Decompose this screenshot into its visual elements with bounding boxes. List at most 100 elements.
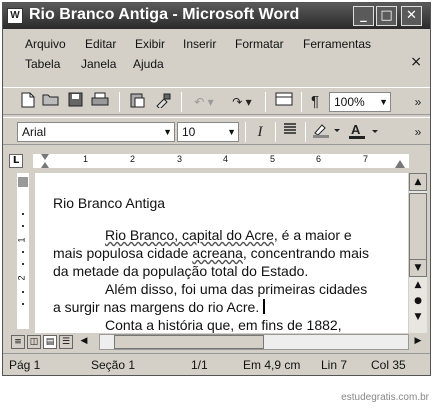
document-line[interactable]: Rio Branco, capital do Acre, é a maior e: [105, 227, 352, 243]
chevron-down-icon: ▼: [227, 127, 236, 137]
next-page-icon[interactable]: ▼: [409, 309, 427, 327]
text-cursor: [263, 299, 266, 314]
ruler-number: 2: [16, 275, 27, 281]
normal-view-icon[interactable]: ≡: [11, 335, 25, 349]
word-app-icon[interactable]: W: [7, 8, 23, 24]
document-heading[interactable]: Rio Branco Antiga: [53, 195, 165, 211]
menu-inserir[interactable]: Inserir: [183, 37, 216, 51]
ruler-tick: [22, 225, 24, 227]
menu-janela[interactable]: Janela: [81, 57, 116, 71]
right-indent-marker[interactable]: [395, 160, 405, 168]
font-size-select[interactable]: 10 ▼: [177, 122, 239, 142]
print-layout-view-icon[interactable]: ▤: [43, 335, 57, 349]
ruler-number: 4: [223, 154, 229, 164]
horizontal-scroll-thumb[interactable]: [114, 335, 264, 349]
menu-editar[interactable]: Editar: [85, 37, 116, 51]
toolbar-separator: [305, 122, 306, 142]
document-close-icon[interactable]: ×: [410, 54, 422, 70]
ruler-tick: [22, 263, 24, 265]
spellcheck-text: acreana: [192, 245, 243, 261]
font-value: Arial: [22, 125, 47, 139]
vertical-scroll-thumb[interactable]: [409, 193, 427, 263]
toolbar-separator: [301, 92, 302, 112]
close-button[interactable]: ✕: [401, 6, 422, 26]
hanging-indent-marker[interactable]: [41, 162, 49, 168]
toolbar-more-icon[interactable]: »: [411, 122, 425, 142]
menu-bar: Arquivo Editar Exibir Inserir Formatar F…: [3, 30, 430, 72]
ruler-number: 5: [270, 154, 276, 164]
scroll-right-icon[interactable]: ▶: [411, 335, 425, 349]
status-section: Seção 1: [91, 358, 136, 372]
redo-icon[interactable]: ↷ ▾: [225, 92, 259, 112]
font-select[interactable]: Arial ▼: [17, 122, 175, 142]
watermark: estudegratis.com.br: [341, 392, 429, 403]
menu-tabela[interactable]: Tabela: [25, 57, 60, 71]
scroll-down-icon[interactable]: ▼: [409, 259, 427, 277]
print-icon[interactable]: [89, 92, 111, 112]
ruler-tick: [22, 303, 24, 305]
zoom-select[interactable]: 100% ▼: [329, 92, 391, 112]
toolbar-more-icon[interactable]: »: [411, 92, 425, 112]
scroll-left-icon[interactable]: ◀: [77, 335, 91, 349]
vertical-scrollbar[interactable]: ▲ ▼ ▲ ● ▼: [409, 173, 427, 333]
document-line[interactable]: Conta a história que, em fins de 1882,: [105, 317, 342, 333]
document-line[interactable]: a surgir nas margens do rio Acre.: [53, 299, 266, 315]
font-size-value: 10: [182, 125, 196, 139]
format-painter-icon[interactable]: [153, 92, 173, 112]
document-page[interactable]: Rio Branco Antiga Rio Branco, capital do…: [35, 173, 408, 333]
italic-button[interactable]: I: [251, 122, 269, 142]
horizontal-scrollbar[interactable]: [99, 334, 409, 350]
status-position: Em 4,9 cm: [243, 358, 301, 372]
line-text: a surgir nas margens do rio Acre.: [53, 299, 260, 315]
spellcheck-text: Rio Branco, capital do Acre: [105, 227, 274, 243]
minimize-button[interactable]: _: [353, 6, 374, 26]
formatting-toolbar: Arial ▼ 10 ▼ I A »: [3, 117, 430, 145]
open-icon[interactable]: [41, 92, 61, 112]
standard-toolbar: ↶ ▾ ↷ ▾ ¶ 100% ▼ »: [3, 87, 430, 115]
menu-row-1: Arquivo Editar Exibir Inserir Formatar F…: [3, 34, 430, 54]
chevron-down-icon: ▼: [163, 127, 172, 137]
scroll-up-icon[interactable]: ▲: [409, 173, 427, 191]
font-color-icon[interactable]: A: [347, 122, 383, 142]
menu-formatar[interactable]: Formatar: [235, 37, 284, 51]
status-column: Col 35: [371, 358, 406, 372]
ruler-strip[interactable]: [33, 154, 409, 168]
undo-icon[interactable]: ↶ ▾: [189, 92, 219, 112]
paste-icon[interactable]: [127, 92, 147, 112]
first-line-indent-marker[interactable]: [41, 154, 49, 160]
top-margin-marker[interactable]: [18, 177, 28, 187]
ruler-number: 1: [83, 154, 89, 164]
align-justify-icon[interactable]: [281, 122, 299, 142]
status-pages: 1/1: [191, 358, 208, 372]
document-line[interactable]: mais populosa cidade acreana, concentran…: [53, 245, 369, 261]
document-line[interactable]: Além disso, foi uma das primeiras cidade…: [105, 281, 367, 297]
paragraph-marks-icon[interactable]: ¶: [307, 92, 323, 112]
ruler-number: 6: [316, 154, 322, 164]
tab-selector-icon[interactable]: L: [9, 154, 23, 168]
toolbar-separator: [265, 92, 266, 112]
horizontal-ruler[interactable]: L 1 2 3 4 5 6 7: [3, 151, 430, 171]
menu-arquivo[interactable]: Arquivo: [25, 37, 66, 51]
table-icon[interactable]: [273, 92, 295, 112]
toolbar-separator: [119, 92, 120, 112]
menu-ferramentas[interactable]: Ferramentas: [303, 37, 371, 51]
outline-view-icon[interactable]: ☰: [59, 335, 73, 349]
zoom-value: 100%: [334, 95, 365, 109]
toolbar-separator: [245, 122, 246, 142]
chevron-down-icon: ▼: [379, 97, 388, 107]
maximize-button[interactable]: □: [376, 6, 397, 26]
web-layout-view-icon[interactable]: ◫: [27, 335, 41, 349]
new-document-icon[interactable]: [19, 92, 37, 112]
menu-row-2: Tabela Janela Ajuda: [3, 54, 430, 74]
save-icon[interactable]: [65, 92, 85, 112]
menu-exibir[interactable]: Exibir: [135, 37, 165, 51]
ruler-tick: [22, 251, 24, 253]
highlight-icon[interactable]: [311, 122, 343, 142]
horizontal-bar: ≡ ◫ ▤ ☰ ◀ ▶: [3, 333, 430, 351]
menu-ajuda[interactable]: Ajuda: [133, 57, 164, 71]
line-text: , é a maior e: [273, 227, 352, 243]
title-bar[interactable]: W Rio Branco Antiga - Microsoft Word _ □…: [3, 3, 430, 29]
vertical-ruler[interactable]: 1 2: [13, 173, 33, 329]
document-line[interactable]: da metade da população total do Estado.: [53, 263, 308, 279]
status-bar: Pág 1 Seção 1 1/1 Em 4,9 cm Lin 7 Col 35: [3, 353, 430, 375]
